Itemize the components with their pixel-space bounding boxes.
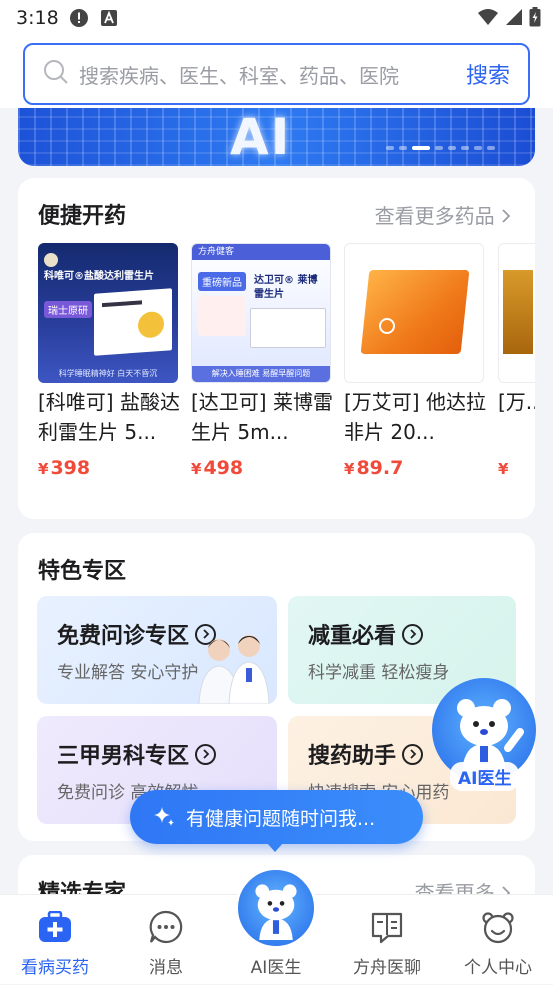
section-title: 便捷开药 — [38, 204, 127, 229]
product-image-footer: 科学睡眠精神好 白天不昏沉 — [58, 369, 158, 378]
product-price: ¥398 — [38, 457, 178, 479]
currency-symbol: ¥ — [38, 460, 49, 478]
zone-title: 免费问诊专区 — [57, 618, 217, 650]
banner-pager — [386, 146, 495, 150]
wifi-icon — [477, 8, 499, 30]
status-time: 3:18 — [16, 7, 59, 29]
bear-face-icon — [480, 909, 516, 945]
product-image — [344, 243, 484, 383]
nav-label: AI医生 — [250, 958, 302, 978]
status-bar: 3:18 — [0, 0, 553, 36]
zone-title-text: 搜药助手 — [308, 744, 397, 769]
medical-kit-icon — [37, 909, 73, 945]
product-image-tag: 重磅新品 — [198, 272, 246, 291]
product-price: ¥89.7 — [344, 457, 484, 479]
zone-title-text: 三甲男科专区 — [57, 744, 190, 769]
nav-label: 个人中心 — [464, 958, 532, 978]
zone-subtitle: 科学减重 轻松瘦身 — [308, 663, 450, 683]
zone-subtitle: 专业解答 安心守护 — [57, 663, 199, 683]
chat-prompt-text: 有健康问题随时问我... — [186, 807, 376, 830]
nav-item-fangzhou-chat[interactable]: 方舟医聊 — [332, 895, 442, 985]
product-price: ¥498 — [191, 457, 331, 479]
app-notification-icon — [99, 8, 119, 28]
price-value: 498 — [203, 457, 244, 479]
search-icon — [43, 59, 69, 89]
chevron-right-icon — [501, 204, 511, 228]
promo-banner[interactable]: AI — [18, 108, 535, 166]
zone-title-text: 减重必看 — [308, 624, 397, 649]
circle-arrow-icon — [195, 743, 217, 765]
more-drugs-label: 查看更多药品 — [374, 204, 495, 228]
nav-label: 方舟医聊 — [353, 958, 421, 978]
zone-title: 搜药助手 — [308, 738, 424, 770]
bottom-nav: 看病买药 消息 AI医生 方舟医聊 个人中心 — [0, 867, 553, 985]
currency-symbol: ¥ — [344, 460, 355, 478]
currency-symbol: ¥ — [498, 460, 509, 478]
section-title: 特色专区 — [38, 559, 127, 584]
zone-title: 三甲男科专区 — [57, 738, 217, 770]
search-input[interactable]: 搜索疾病、医生、科室、药品、医院 — [79, 60, 466, 89]
product-name: [科唯可] 盐酸达利雷生片 5... — [38, 390, 180, 444]
product-image: 方舟健客 重磅新品 达卫可® 莱博雷生片 解决入睡困难 易醒早醒问题 — [191, 243, 331, 383]
circle-arrow-icon — [402, 623, 424, 645]
product-image: 科唯可®盐酸达利雷生片 瑞士原研 科学睡眠精神好 白天不昏沉 — [38, 243, 178, 383]
signal-icon — [505, 8, 523, 30]
battery-icon — [529, 7, 541, 31]
price-value: 89.7 — [356, 457, 404, 479]
product-price: ¥ — [498, 457, 535, 479]
product-card[interactable]: [万...0... ¥ — [498, 243, 535, 503]
product-image-caption: 科唯可®盐酸达利雷生片 — [44, 271, 154, 282]
product-name: [万艾可] 他达拉非片 20... — [344, 390, 486, 444]
product-card[interactable]: 科唯可®盐酸达利雷生片 瑞士原研 科学睡眠精神好 白天不昏沉 [科唯可] 盐酸达… — [38, 243, 180, 479]
product-image — [498, 243, 535, 383]
book-chat-icon — [369, 909, 405, 945]
product-card[interactable]: 方舟健客 重磅新品 达卫可® 莱博雷生片 解决入睡困难 易醒早醒问题 [达卫可]… — [191, 243, 333, 479]
nav-label: 看病买药 — [21, 958, 89, 978]
nav-item-profile[interactable]: 个人中心 — [443, 895, 553, 985]
bear-mascot-icon — [235, 867, 317, 949]
product-name: [达卫可] 莱博雷生片 5m... — [191, 390, 333, 444]
product-card[interactable]: [万艾可] 他达拉非片 20... ¥89.7 — [344, 243, 486, 479]
banner-title: AI — [230, 108, 292, 166]
product-image-footer: 解决入睡困难 易醒早醒问题 — [192, 366, 330, 382]
chat-bubble-icon — [148, 909, 184, 945]
search-button[interactable]: 搜索 — [466, 58, 528, 90]
nav-item-messages[interactable]: 消息 — [111, 895, 221, 985]
alert-icon — [69, 8, 89, 28]
ai-chat-prompt[interactable]: 有健康问题随时问我... — [130, 790, 423, 852]
zone-title: 减重必看 — [308, 618, 424, 650]
currency-symbol: ¥ — [191, 460, 202, 478]
product-image-tag: 瑞士原研 — [44, 301, 92, 318]
nav-item-ai-doctor[interactable]: AI医生 — [221, 867, 331, 985]
nav-item-home[interactable]: 看病买药 — [0, 895, 110, 985]
doctors-illustration — [195, 628, 273, 704]
sparkle-icon — [152, 805, 176, 829]
zone-free-consult[interactable]: 免费问诊专区 专业解答 安心守护 — [37, 596, 277, 704]
product-image-caption: 达卫可® 莱博雷生片 — [254, 275, 318, 300]
nav-label: 消息 — [149, 958, 183, 978]
price-value: 398 — [50, 457, 91, 479]
zone-title-text: 免费问诊专区 — [57, 624, 190, 649]
quick-rx-section: 便捷开药 查看更多药品 科唯可®盐酸达利雷生片 瑞士原研 科学睡眠精神好 白天不… — [18, 178, 535, 519]
ai-doctor-label: AI医生 — [450, 762, 520, 791]
search-bar[interactable]: 搜索疾病、医生、科室、药品、医院 搜索 — [23, 43, 530, 105]
product-name: [万...0... — [498, 390, 535, 414]
ai-doctor-float[interactable]: AI医生 — [432, 678, 536, 791]
more-drugs-link[interactable]: 查看更多药品 — [375, 200, 511, 229]
circle-arrow-icon — [402, 743, 424, 765]
product-image-brand: 方舟健客 — [192, 244, 330, 260]
header: 搜索疾病、医生、科室、药品、医院 搜索 — [0, 36, 553, 108]
